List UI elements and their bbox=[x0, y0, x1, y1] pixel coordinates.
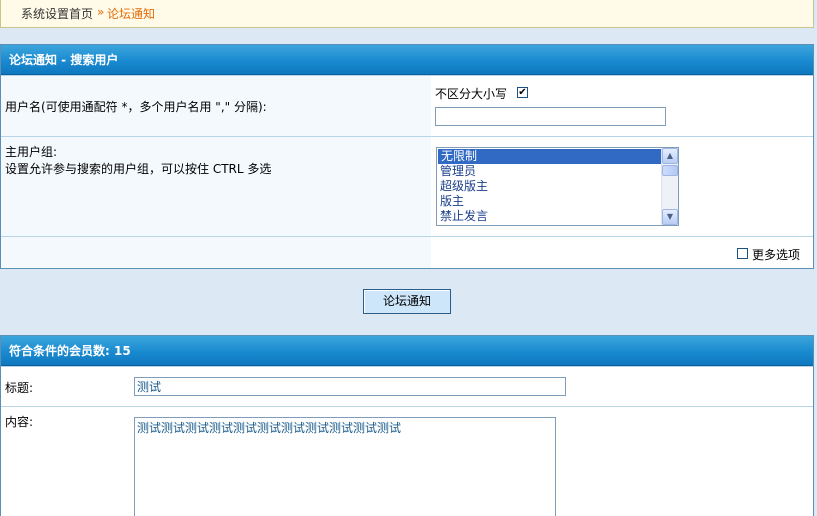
breadcrumb-separator: » bbox=[97, 5, 105, 19]
group-option-banned[interactable]: 禁止发言 bbox=[437, 209, 661, 224]
user-group-row: 主用户组: 设置允许参与搜索的用户组，可以按住 CTRL 多选 无限制 管理员 … bbox=[1, 136, 813, 236]
result-panel-title: 符合条件的会员数: 15 bbox=[1, 336, 813, 366]
subject-input[interactable] bbox=[134, 377, 566, 396]
user-group-listbox[interactable]: 无限制 管理员 超级版主 版主 禁止发言 ▲ ▼ bbox=[436, 147, 679, 226]
breadcrumb-current: 论坛通知 bbox=[107, 7, 156, 21]
listbox-scrollbar[interactable]: ▲ ▼ bbox=[661, 148, 678, 225]
group-option-unlimited[interactable]: 无限制 bbox=[438, 149, 661, 164]
breadcrumb-home-link[interactable]: 系统设置首页 bbox=[21, 5, 93, 22]
content-textarea[interactable]: 测试测试测试测试测试测试测试测试测试测试测试 bbox=[134, 417, 556, 516]
scroll-down-icon[interactable]: ▼ bbox=[662, 209, 678, 225]
user-group-hint: 设置允许参与搜索的用户组，可以按住 CTRL 多选 bbox=[5, 162, 272, 176]
username-input[interactable] bbox=[435, 107, 666, 126]
search-users-panel: 论坛通知 - 搜索用户 用户名(可使用通配符 *，多个用户名用 "," 分隔):… bbox=[0, 44, 814, 269]
subject-row: 标题: bbox=[1, 366, 813, 406]
more-options-row: 更多选项 bbox=[1, 236, 813, 268]
group-option-moderator[interactable]: 版主 bbox=[437, 194, 661, 209]
scroll-thumb[interactable] bbox=[662, 165, 678, 176]
forum-notice-submit-button[interactable]: 论坛通知 bbox=[363, 289, 451, 314]
content-row: 内容: 测试测试测试测试测试测试测试测试测试测试测试 bbox=[1, 406, 813, 516]
more-options-checkbox[interactable] bbox=[737, 248, 748, 259]
search-panel-title: 论坛通知 - 搜索用户 bbox=[1, 45, 813, 75]
content-label: 内容: bbox=[5, 415, 34, 429]
case-insensitive-label: 不区分大小写 bbox=[435, 87, 508, 101]
username-label: 用户名(可使用通配符 *，多个用户名用 "," 分隔): bbox=[5, 100, 267, 114]
username-row: 用户名(可使用通配符 *，多个用户名用 "," 分隔): 不区分大小写 ✔ bbox=[1, 75, 813, 136]
group-option-super-moderator[interactable]: 超级版主 bbox=[437, 179, 661, 194]
more-options-label: 更多选项 bbox=[752, 248, 801, 262]
case-insensitive-checkbox[interactable]: ✔ bbox=[517, 87, 528, 98]
breadcrumb: 系统设置首页 » 论坛通知 bbox=[0, 0, 814, 28]
scroll-up-icon[interactable]: ▲ bbox=[662, 148, 678, 164]
user-group-label: 主用户组: bbox=[5, 145, 58, 159]
result-panel: 符合条件的会员数: 15 标题: 内容: 测试测试测试测试测试测试测试测试测试测… bbox=[0, 335, 814, 516]
group-option-admin[interactable]: 管理员 bbox=[437, 164, 661, 179]
subject-label: 标题: bbox=[5, 381, 34, 395]
